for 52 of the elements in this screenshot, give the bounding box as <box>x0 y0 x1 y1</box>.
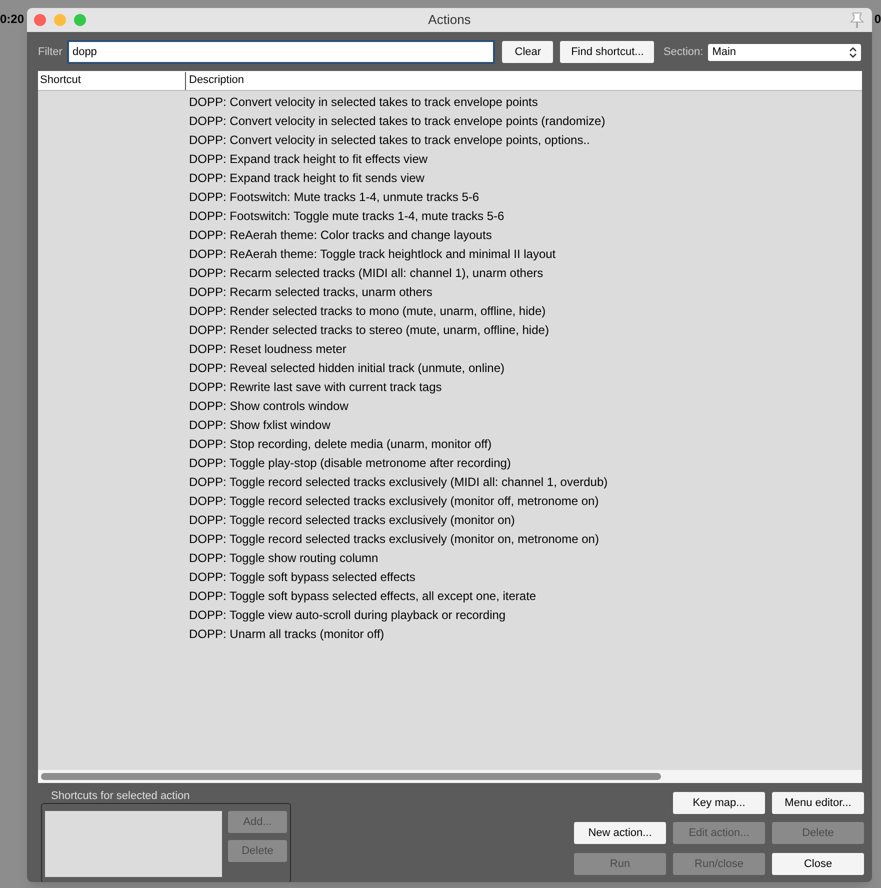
table-cell[interactable]: DOPP: Toggle record selected tracks exclusively (monitor off, metronome on) <box>189 492 599 510</box>
table-cell[interactable]: DOPP: Toggle soft bypass selected effects, all except one, iterate <box>189 586 536 604</box>
timeline-text: 0 <box>874 11 881 28</box>
table-cell[interactable]: DOPP: Rewrite last save with current track tags <box>189 378 442 396</box>
table-cell[interactable]: DOPP: Toggle soft bypass selected effects <box>189 568 416 586</box>
table-cell[interactable]: DOPP: Reset loudness meter <box>189 340 346 358</box>
table-cell[interactable]: DOPP: Render selected tracks to stereo (mute, unarm, offline, hide) <box>189 320 549 338</box>
column-header[interactable]: Shortcut <box>38 72 186 90</box>
table-cell[interactable]: DOPP: Recarm selected tracks (MIDI all: channel 1), unarm others <box>189 264 544 282</box>
scrollbar-thumb[interactable] <box>41 773 661 780</box>
action-button[interactable]: New action... <box>574 822 666 844</box>
close-icon[interactable] <box>34 14 46 26</box>
table-cell[interactable]: DOPP: Expand track height to fit effects view <box>189 150 428 168</box>
table-cell[interactable]: DOPP: Toggle view auto-scroll during playback or recording <box>189 606 506 624</box>
panel-title: Shortcuts for selected action <box>51 789 191 803</box>
table-cell[interactable]: DOPP: Expand track height to fit sends view <box>189 168 424 186</box>
table-cell[interactable]: DOPP: Convert velocity in selected takes to track envelope points (randomize) <box>189 112 606 130</box>
table-cell[interactable]: DOPP: Footswitch: Toggle mute tracks 1-4, mute tracks 5-6 <box>189 206 504 224</box>
table-cell[interactable]: DOPP: Stop recording, delete media (unarm, monitor off) <box>189 434 492 452</box>
table-cell[interactable]: DOPP: Show fxlist window <box>189 416 330 434</box>
table-cell[interactable]: DOPP: Toggle record selected tracks exclusively (monitor on, metronome on) <box>189 530 599 548</box>
table-cell[interactable]: DOPP: Toggle show routing column <box>189 548 378 566</box>
section-select[interactable]: Main <box>708 44 862 60</box>
table-cell[interactable]: DOPP: Footswitch: Mute tracks 1-4, unmute tracks 5-6 <box>189 188 480 206</box>
action-button[interactable]: Clear <box>502 41 554 63</box>
column-header[interactable]: Description <box>186 72 244 89</box>
table-cell[interactable]: DOPP: Toggle record selected tracks exclusively (monitor on) <box>189 510 515 528</box>
table-cell[interactable]: DOPP: Toggle play-stop (disable metronome after recording) <box>189 454 511 472</box>
minimize-icon[interactable] <box>54 14 66 26</box>
table-cell[interactable]: DOPP: ReAerah theme: Toggle track heightlock and minimal II layout <box>189 244 556 262</box>
filter-field[interactable]: dopp <box>67 40 496 64</box>
table-cell[interactable]: DOPP: Render selected tracks to mono (mute, unarm, offline, hide) <box>189 302 546 320</box>
section-label: Section: <box>663 44 704 60</box>
table-cell[interactable]: DOPP: Convert velocity in selected takes to track envelope points <box>189 92 538 110</box>
pin-icon[interactable] <box>850 12 864 28</box>
filter-label: Filter <box>38 44 62 60</box>
shortcuts-list[interactable] <box>45 811 222 877</box>
table-cell[interactable]: DOPP: Show controls window <box>189 396 348 414</box>
timeline-text: 0:20 <box>0 11 24 28</box>
action-button[interactable]: Close <box>772 853 864 875</box>
table-cell[interactable]: DOPP: ReAerah theme: Color tracks and change layouts <box>189 226 492 244</box>
action-button[interactable]: Find shortcut... <box>560 41 654 63</box>
action-button[interactable]: Menu editor... <box>772 792 864 814</box>
window-title: Actions <box>428 11 471 30</box>
action-button[interactable]: Key map... <box>673 792 765 814</box>
zoom-icon[interactable] <box>74 14 86 26</box>
table-cell[interactable]: DOPP: Toggle record selected tracks exclusively (MIDI all: channel 1, overdub) <box>189 472 608 490</box>
table-cell[interactable]: DOPP: Unarm all tracks (monitor off) <box>189 624 384 642</box>
chevron-icon <box>849 46 858 58</box>
table-cell[interactable]: DOPP: Convert velocity in selected takes to track envelope points, options.. <box>189 130 590 148</box>
table-cell[interactable]: DOPP: Recarm selected tracks, unarm others <box>189 282 432 300</box>
table-cell[interactable]: DOPP: Reveal selected hidden initial track (unmute, online) <box>189 358 504 376</box>
